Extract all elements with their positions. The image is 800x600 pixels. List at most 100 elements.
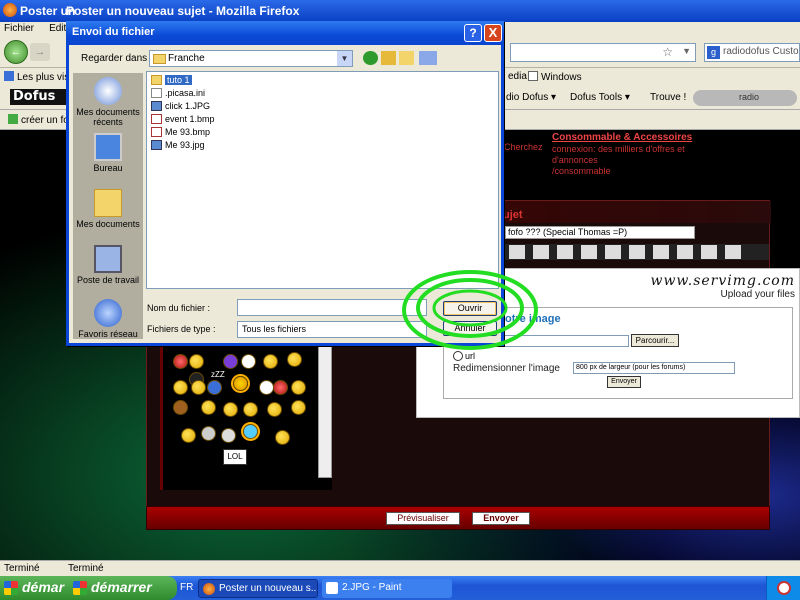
view-menu-icon[interactable]: [419, 51, 437, 65]
smiley[interactable]: [173, 380, 188, 395]
url-bar[interactable]: ☆ ▼: [510, 43, 696, 62]
bookmark-star-icon[interactable]: ☆: [662, 45, 673, 59]
ad-link[interactable]: /consommable: [552, 166, 611, 176]
resize-select[interactable]: 800 px de largeur (pour les forums): [573, 362, 735, 374]
editor-button[interactable]: [701, 245, 717, 259]
editor-button[interactable]: [725, 245, 741, 259]
editor-button[interactable]: [605, 245, 621, 259]
send-image-heading: otre image: [505, 313, 561, 325]
file-item[interactable]: Me 93.bmp: [151, 126, 210, 138]
subject-input[interactable]: fofo ??? (Special Thomas =P): [505, 226, 695, 239]
smiley[interactable]: [207, 380, 222, 395]
editor-button[interactable]: [533, 245, 549, 259]
help-button[interactable]: ?: [464, 24, 482, 42]
browse-button[interactable]: Parcourir...: [631, 334, 679, 347]
chevron-down-icon[interactable]: ▼: [682, 46, 691, 56]
search-input[interactable]: g radiodofus Custom: [704, 43, 800, 62]
smiley[interactable]: [223, 354, 238, 369]
editor-button[interactable]: [581, 245, 597, 259]
send-button[interactable]: Envoyer: [472, 512, 530, 525]
smiley[interactable]: [233, 376, 248, 391]
file-item[interactable]: tuto 1: [151, 74, 192, 86]
file-item[interactable]: .picasa.ini: [151, 87, 205, 99]
antivirus-icon[interactable]: [777, 581, 791, 595]
smiley[interactable]: [181, 428, 196, 443]
radio-button[interactable]: [453, 351, 463, 361]
smiley[interactable]: [173, 400, 188, 415]
url-radio[interactable]: url: [453, 351, 475, 361]
place-my-computer[interactable]: Poste de travail: [73, 245, 143, 285]
smiley[interactable]: [259, 380, 274, 395]
dofus-tools-menu[interactable]: Dofus Tools ▾: [570, 92, 630, 103]
filename-input[interactable]: [237, 299, 427, 316]
resize-label: Redimensionner l'image: [453, 363, 560, 374]
start-button[interactable]: démarrer: [67, 576, 177, 600]
file-item[interactable]: Me 93.jpg: [151, 139, 205, 151]
smiley[interactable]: [223, 402, 238, 417]
smiley[interactable]: [273, 380, 288, 395]
editor-button[interactable]: [677, 245, 693, 259]
smiley[interactable]: [243, 424, 258, 439]
task-firefox[interactable]: Poster un nouveau s...: [198, 579, 318, 598]
look-in-select[interactable]: Franche ▼: [149, 50, 353, 67]
computer-icon: [94, 245, 122, 273]
place-my-documents[interactable]: Mes documents: [73, 189, 143, 229]
back-icon[interactable]: [363, 51, 378, 65]
trouve-button[interactable]: Trouve !: [650, 92, 686, 103]
ad-title-link[interactable]: Consommable & Accessoires: [552, 132, 692, 143]
menu-fichier[interactable]: Fichier: [4, 23, 34, 34]
radio-dofus-menu[interactable]: dio Dofus ▾: [506, 92, 556, 103]
back-button[interactable]: ←: [4, 40, 28, 64]
smiley-scrollbar[interactable]: [318, 346, 332, 478]
smiley[interactable]: [221, 428, 236, 443]
file-list[interactable]: tuto 1 .picasa.ini click 1.JPG event 1.b…: [146, 71, 499, 289]
bookmark-windows[interactable]: Windows: [528, 71, 582, 83]
language-indicator[interactable]: FR: [180, 582, 193, 593]
dofus-logo[interactable]: Dofus: [10, 89, 68, 105]
close-button[interactable]: X: [484, 24, 502, 42]
smiley[interactable]: [191, 380, 206, 395]
file-item[interactable]: click 1.JPG: [151, 100, 210, 112]
bookmark-icon: [4, 71, 14, 81]
search-engine-icon[interactable]: g: [707, 46, 720, 59]
radio-player[interactable]: radio: [693, 90, 797, 106]
status-text-secondary: Terminé: [68, 563, 104, 574]
smiley[interactable]: [201, 426, 216, 441]
place-recent-documents[interactable]: Mes documents récents: [73, 77, 143, 127]
editor-button[interactable]: [509, 245, 525, 259]
editor-button[interactable]: [629, 245, 645, 259]
lol-smiley[interactable]: LOL: [223, 449, 247, 465]
smiley[interactable]: [241, 354, 256, 369]
forward-button[interactable]: →: [30, 43, 50, 61]
task-paint[interactable]: 2.JPG - Paint: [322, 579, 452, 598]
smiley[interactable]: [189, 354, 204, 369]
place-network[interactable]: Favoris réseau: [73, 299, 143, 339]
new-folder-icon[interactable]: [399, 51, 414, 65]
smiley[interactable]: [263, 354, 278, 369]
editor-button[interactable]: [557, 245, 573, 259]
image-file-icon: [151, 140, 162, 150]
servimg-send-button[interactable]: Envoyer: [607, 376, 641, 388]
smiley[interactable]: [267, 402, 282, 417]
smiley[interactable]: [201, 400, 216, 415]
smiley[interactable]: [243, 402, 258, 417]
editor-button[interactable]: [653, 245, 669, 259]
smiley[interactable]: [275, 430, 290, 445]
bookmark-media[interactable]: edia: [508, 71, 527, 82]
chevron-down-icon[interactable]: ▼: [337, 51, 352, 66]
place-desktop[interactable]: Bureau: [73, 133, 143, 173]
servimg-tagline: Upload your files: [720, 289, 795, 300]
bookmark-most-visited[interactable]: Les plus visit: [4, 71, 74, 83]
preview-button[interactable]: Prévisualiser: [386, 512, 460, 525]
filetype-select[interactable]: Tous les fichiers: [237, 321, 427, 338]
smiley[interactable]: [291, 400, 306, 415]
create-forum-link[interactable]: créer un fo: [8, 114, 69, 126]
file-item[interactable]: event 1.bmp: [151, 113, 215, 125]
filename-label: Nom du fichier :: [147, 303, 211, 313]
open-button[interactable]: Ouvrir: [443, 301, 497, 316]
cancel-button[interactable]: Annuler: [443, 321, 497, 336]
up-folder-icon[interactable]: [381, 51, 396, 65]
smiley[interactable]: [287, 352, 302, 367]
smiley[interactable]: [173, 354, 188, 369]
smiley[interactable]: [291, 380, 306, 395]
